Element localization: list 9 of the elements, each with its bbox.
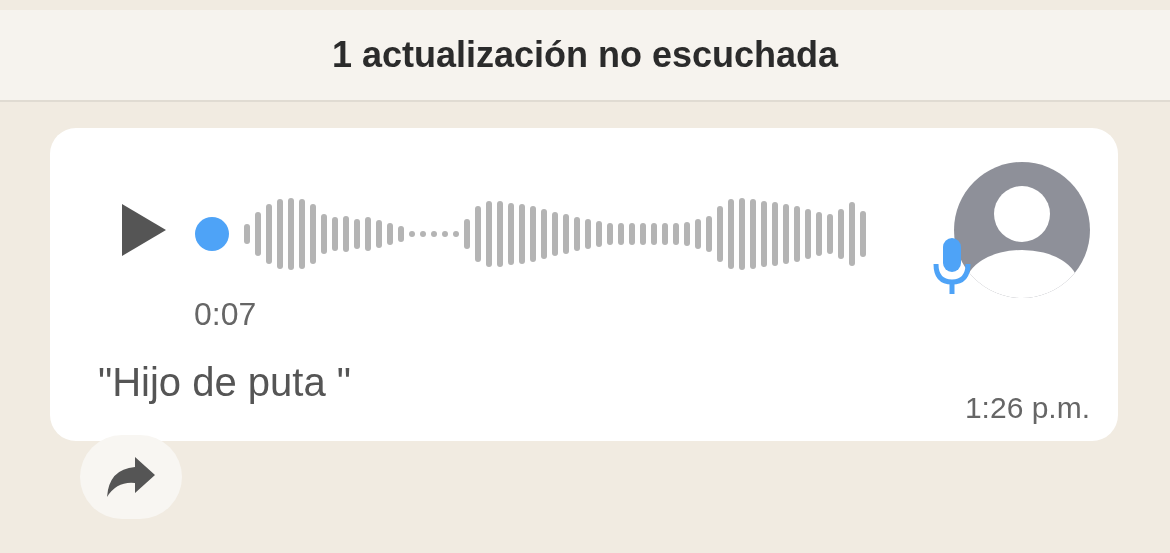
- microphone-icon: [932, 236, 972, 296]
- play-icon: [120, 202, 168, 258]
- avatar-icon: [954, 162, 1090, 298]
- unread-label: 1 actualización no escuchada: [331, 34, 839, 76]
- forward-icon: [105, 455, 157, 499]
- timestamp: 1:26 p.m.: [964, 391, 1090, 425]
- transcript-text: "Hijo de puta ": [98, 360, 351, 405]
- duration-label: 0:07: [194, 296, 258, 333]
- progress-thumb[interactable]: [195, 217, 229, 251]
